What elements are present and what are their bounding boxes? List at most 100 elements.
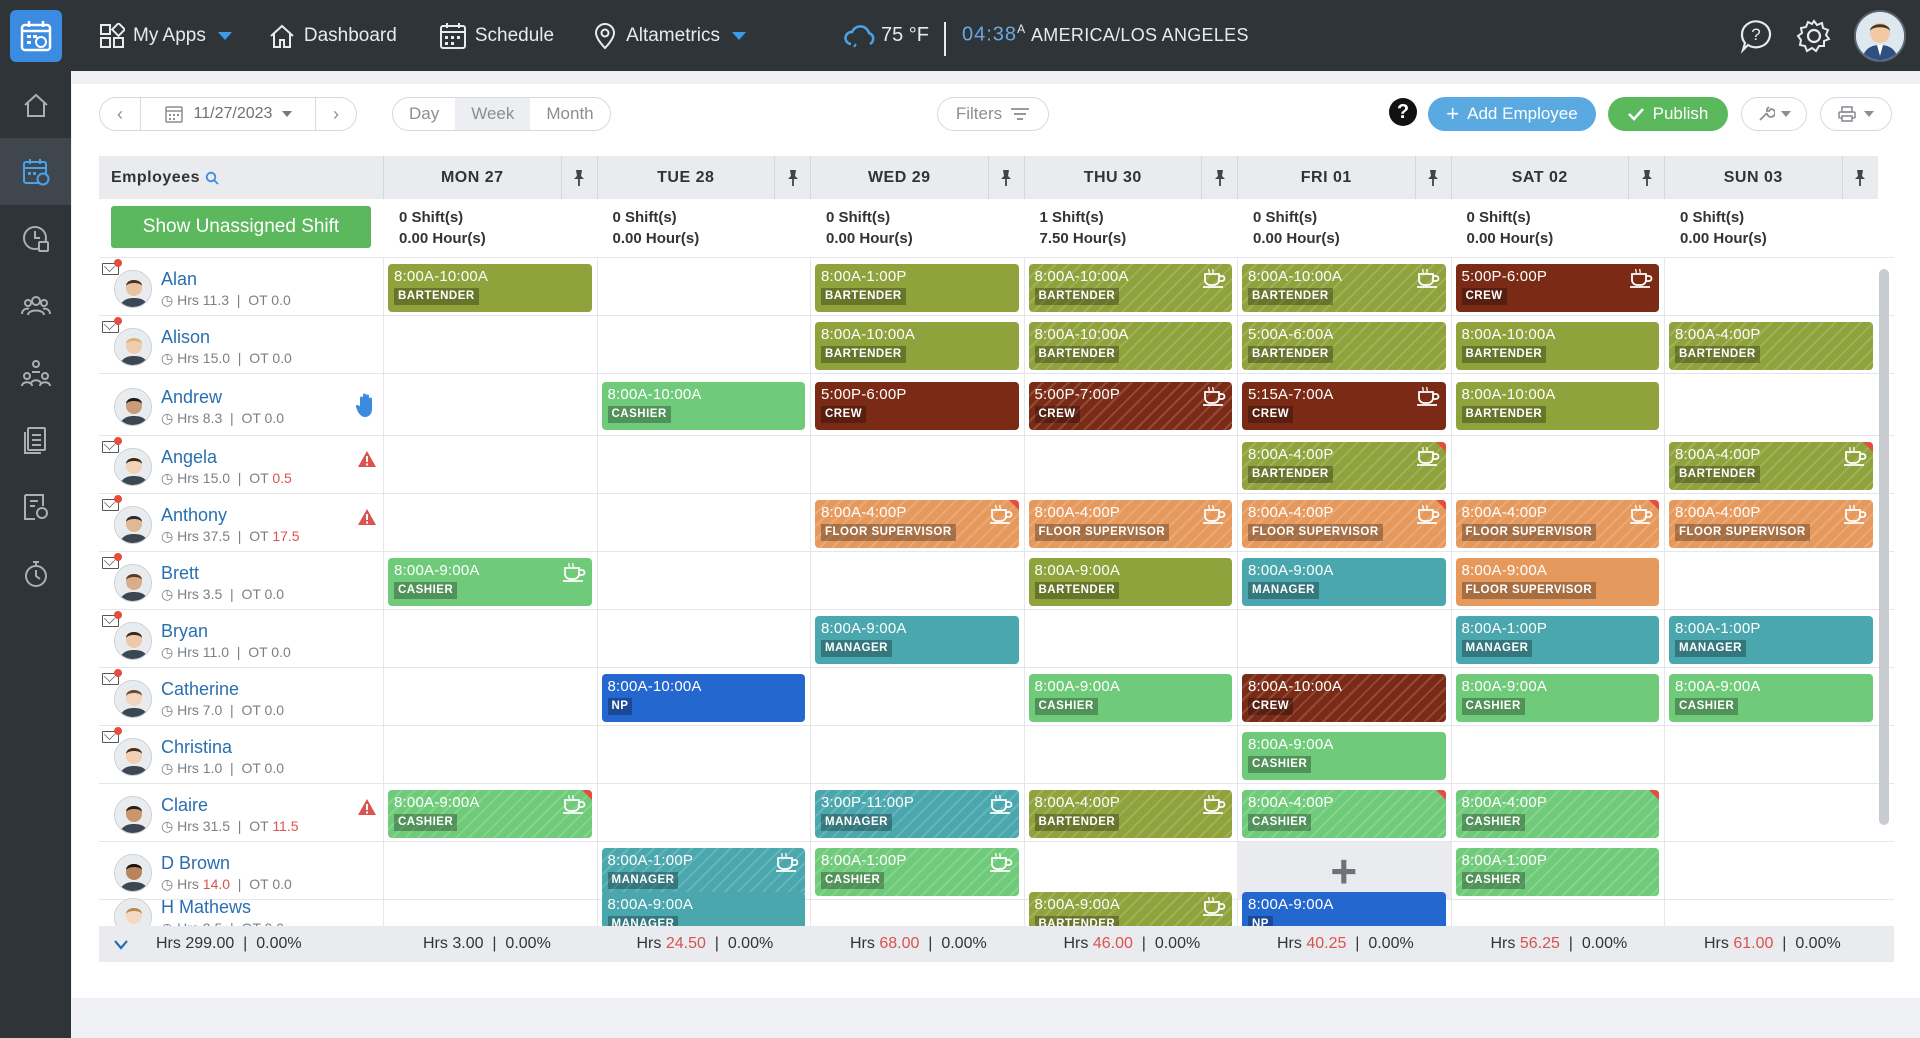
shift-block[interactable]: 8:00A-4:00P FLOOR SUPERVISOR [815, 500, 1019, 548]
my-apps-menu[interactable]: My Apps [99, 0, 232, 71]
shift-block[interactable]: 8:00A-1:00P MANAGER [601, 848, 805, 896]
sidebar-item-team[interactable] [0, 272, 71, 339]
sidebar-item-timeclock[interactable] [0, 205, 71, 272]
shift-block[interactable]: 8:00A-4:00P BARTENDER [1242, 442, 1446, 490]
sidebar-item-org[interactable] [0, 339, 71, 406]
shift-block[interactable]: 8:00A-4:00P CASHIER [1455, 790, 1659, 838]
show-unassigned-shift-button[interactable]: Show Unassigned Shift [111, 206, 371, 248]
nav-schedule[interactable]: Schedule [439, 0, 554, 71]
view-month-button[interactable]: Month [530, 98, 609, 130]
pin-icon[interactable] [1841, 156, 1878, 199]
hand-raise-icon[interactable] [355, 392, 377, 418]
shift-block[interactable]: 8:00A-4:00P FLOOR SUPERVISOR [1242, 500, 1446, 548]
shift-block[interactable]: 8:00A-10:00A BARTENDER [1028, 264, 1232, 312]
view-week-button[interactable]: Week [455, 98, 531, 130]
pin-icon[interactable] [774, 156, 810, 199]
sidebar-item-documents[interactable] [0, 406, 71, 473]
gear-icon[interactable] [1796, 18, 1832, 54]
shift-block[interactable]: 5:00P-6:00P CREW [815, 382, 1019, 430]
shift-block[interactable]: 8:00A-1:00P BARTENDER [815, 264, 1019, 312]
pin-icon[interactable] [987, 156, 1024, 199]
shift-block[interactable]: 8:00A-1:00P MANAGER [1455, 616, 1659, 664]
sidebar-item-schedule[interactable] [0, 138, 71, 205]
employee-name[interactable]: H Mathews [161, 897, 251, 918]
shift-block[interactable]: 8:00A-9:00A CASHIER [388, 558, 592, 606]
shift-block[interactable]: 8:00A-9:00A CASHIER [1669, 674, 1873, 722]
app-logo[interactable] [10, 9, 62, 62]
employee-name[interactable]: Andrew [161, 387, 222, 408]
shift-block[interactable]: 8:00A-10:00A NP [601, 674, 805, 722]
shift-block[interactable]: 8:00A-4:00P FLOOR SUPERVISOR [1669, 500, 1873, 548]
shift-block[interactable]: 8:00A-9:00A MANAGER [1242, 558, 1446, 606]
date-field[interactable]: 11/27/2023 [140, 97, 316, 131]
shift-block[interactable]: 8:00A-4:00P BARTENDER [1669, 442, 1873, 490]
shift-block[interactable]: 8:00A-10:00A BARTENDER [388, 264, 592, 312]
employee-name[interactable]: Bryan [161, 621, 208, 642]
pin-icon[interactable] [1628, 156, 1664, 199]
shift-block[interactable]: 8:00A-10:00A CASHIER [601, 382, 805, 430]
shift-block[interactable]: 8:00A-1:00P CASHIER [815, 848, 1019, 896]
shift-block[interactable]: 8:00A-10:00A BARTENDER [1455, 322, 1659, 370]
shift-block[interactable]: 8:00A-9:00A CASHIER [1242, 732, 1446, 780]
warning-icon[interactable] [357, 508, 377, 526]
warning-icon[interactable] [357, 450, 377, 468]
employee-name[interactable]: D Brown [161, 853, 230, 874]
shift-block[interactable]: 5:15A-7:00A CREW [1242, 382, 1446, 430]
shift-block[interactable]: 5:00A-6:00A BARTENDER [1242, 322, 1446, 370]
shift-block[interactable]: 8:00A-1:00P MANAGER [1669, 616, 1873, 664]
prev-week-button[interactable]: ‹ [100, 97, 140, 131]
shift-block[interactable]: 8:00A-9:00A CASHIER [1028, 674, 1232, 722]
pin-icon[interactable] [560, 156, 597, 199]
avatar [114, 270, 152, 308]
shift-block[interactable]: 8:00A-10:00A BARTENDER [815, 322, 1019, 370]
shift-block[interactable]: 8:00A-1:00P CASHIER [1455, 848, 1659, 896]
employee-name[interactable]: Alison [161, 327, 210, 348]
help-button[interactable]: ? [1389, 98, 1417, 126]
shift-block[interactable]: 8:00A-9:00A FLOOR SUPERVISOR [1455, 558, 1659, 606]
shift-block[interactable]: 5:00P-6:00P CREW [1455, 264, 1659, 312]
sidebar-item-timer[interactable] [0, 540, 71, 607]
shift-block[interactable]: 5:00P-7:00P CREW [1028, 382, 1232, 430]
filters-button[interactable]: Filters [937, 97, 1049, 131]
shift-block[interactable]: 8:00A-9:00A BARTENDER [1028, 558, 1232, 606]
altametrics-menu[interactable]: Altametrics [592, 0, 747, 71]
employee-name[interactable]: Anthony [161, 505, 227, 526]
shift-block[interactable]: 8:00A-4:00P CASHIER [1242, 790, 1446, 838]
employee-name[interactable]: Claire [161, 795, 208, 816]
search-icon[interactable] [205, 171, 219, 185]
shift-block[interactable]: 8:00A-4:00P FLOOR SUPERVISOR [1455, 500, 1659, 548]
chevron-down-icon[interactable] [113, 939, 129, 951]
shift-block[interactable]: 8:00A-9:00A CASHIER [388, 790, 592, 838]
shift-block[interactable]: 8:00A-10:00A BARTENDER [1455, 382, 1659, 430]
shift-block[interactable]: 8:00A-10:00A BARTENDER [1028, 322, 1232, 370]
shift-block[interactable]: 8:00A-10:00A CREW [1242, 674, 1446, 722]
nav-dashboard[interactable]: Dashboard [268, 0, 397, 71]
print-dropdown[interactable] [1820, 97, 1892, 131]
sidebar-item-reports[interactable] [0, 473, 71, 540]
shift-block[interactable]: 8:00A-9:00A CASHIER [1455, 674, 1659, 722]
shift-block[interactable]: 3:00P-11:00P MANAGER [815, 790, 1019, 838]
employee-name[interactable]: Christina [161, 737, 232, 758]
publish-button[interactable]: Publish [1608, 97, 1728, 131]
shift-block[interactable]: 8:00A-4:00P BARTENDER [1669, 322, 1873, 370]
shift-block[interactable]: 8:00A-10:00A BARTENDER [1242, 264, 1446, 312]
help-icon[interactable]: ? [1738, 18, 1774, 54]
add-employee-button[interactable]: + Add Employee [1428, 97, 1596, 131]
tools-dropdown[interactable] [1741, 97, 1807, 131]
vertical-scrollbar[interactable] [1879, 269, 1889, 825]
employees-header[interactable]: Employees [99, 156, 383, 199]
employee-name[interactable]: Alan [161, 269, 197, 290]
user-avatar[interactable] [1854, 9, 1906, 62]
view-day-button[interactable]: Day [393, 98, 455, 130]
pin-icon[interactable] [1414, 156, 1451, 199]
next-week-button[interactable]: › [316, 97, 356, 131]
shift-block[interactable]: 8:00A-9:00A MANAGER [815, 616, 1019, 664]
employee-name[interactable]: Catherine [161, 679, 239, 700]
shift-block[interactable]: 8:00A-4:00P FLOOR SUPERVISOR [1028, 500, 1232, 548]
pin-icon[interactable] [1201, 156, 1237, 199]
shift-block[interactable]: 8:00A-4:00P BARTENDER [1028, 790, 1232, 838]
employee-name[interactable]: Brett [161, 563, 199, 584]
sidebar-item-home[interactable] [0, 71, 71, 138]
employee-name[interactable]: Angela [161, 447, 217, 468]
warning-icon[interactable] [357, 798, 377, 816]
